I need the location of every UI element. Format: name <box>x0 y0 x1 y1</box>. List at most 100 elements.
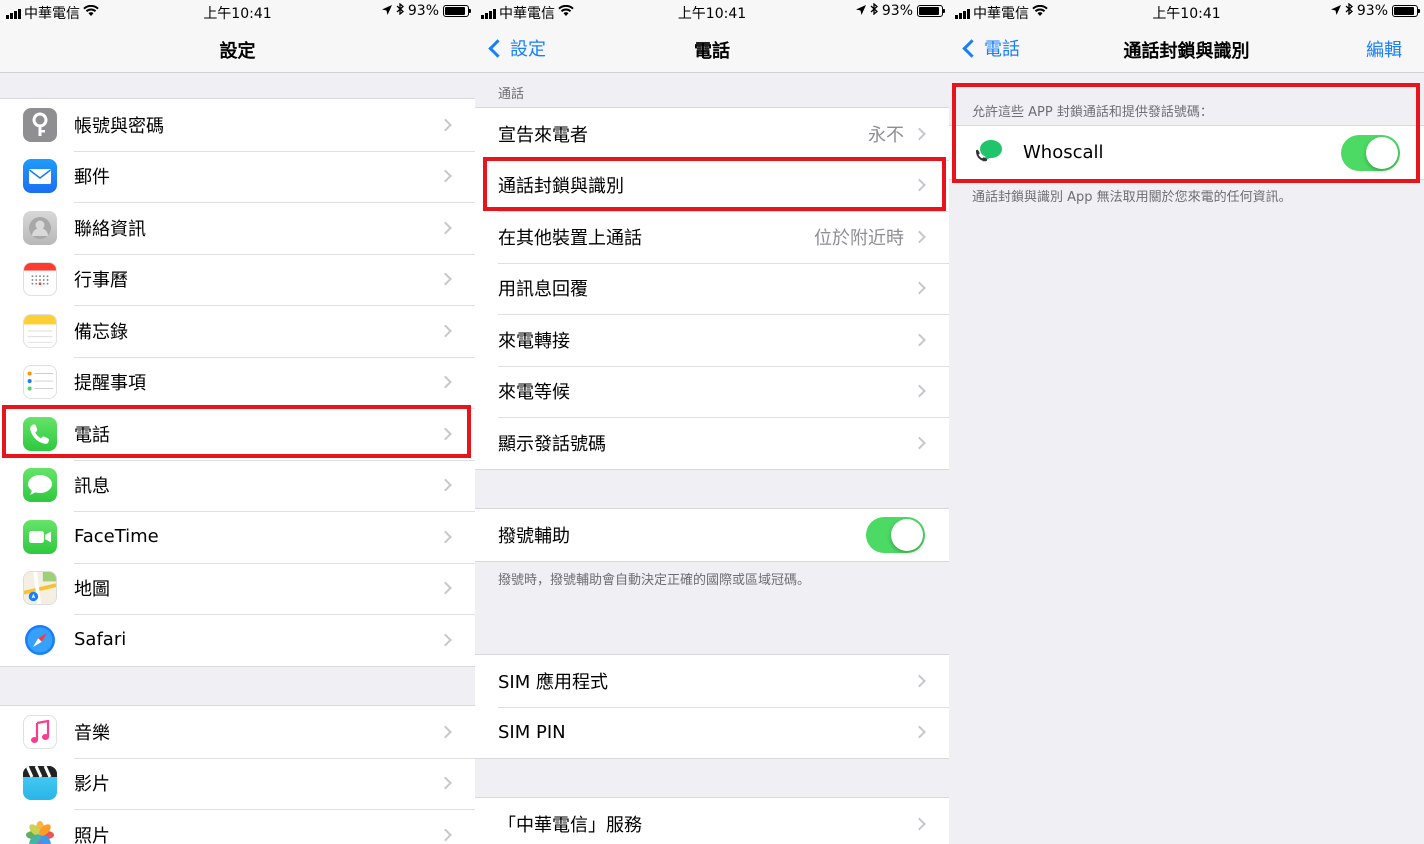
chevron-right-icon <box>439 828 452 842</box>
chevron-right-icon <box>439 530 452 544</box>
chevron-right-icon <box>913 725 926 739</box>
battery-icon <box>443 5 471 17</box>
chevron-right-icon <box>913 127 926 141</box>
settings-item-accounts[interactable]: 帳號與密碼 <box>0 99 475 151</box>
settings-item-label: FaceTime <box>74 526 159 548</box>
bluetooth-icon <box>1345 2 1353 19</box>
settings-panel: 中華電信 上午10:41 93% 設定 帳號與密碼 郵件 聯絡資訊 行事曆 備忘… <box>0 0 475 844</box>
chevron-right-icon <box>913 817 926 831</box>
chevron-right-icon <box>439 272 452 286</box>
sim-settings-list: SIM 應用程式 SIM PIN <box>475 654 949 759</box>
chevron-right-icon <box>439 118 452 132</box>
chevron-right-icon <box>439 725 452 739</box>
settings-item-carrier-services[interactable]: 「中華電信」服務 <box>475 798 949 844</box>
settings-item-call-blocking[interactable]: 通話封鎖與識別 <box>475 159 949 212</box>
phone-settings-panel: 中華電信 上午10:41 93% 設定 電話 通話 宣告來電者 永不 通話封鎖與… <box>475 0 949 844</box>
battery-icon <box>1392 5 1420 17</box>
nav-bar: 設定 電話 <box>475 24 949 73</box>
status-bar: 中華電信 上午10:41 93% <box>475 0 949 24</box>
toggle-knob <box>1366 136 1398 169</box>
settings-item-label: 來電轉接 <box>498 330 570 352</box>
settings-item-messages[interactable]: 訊息 <box>0 459 475 512</box>
settings-item-label: 郵件 <box>74 167 110 189</box>
settings-item-label: SIM 應用程式 <box>498 671 608 693</box>
videos-icon <box>23 766 57 801</box>
settings-item-phone[interactable]: 電話 <box>0 408 475 460</box>
chevron-right-icon <box>913 674 926 688</box>
phone-icon <box>23 416 57 451</box>
nav-bar: 設定 <box>0 24 475 73</box>
settings-item-call-forwarding[interactable]: 來電轉接 <box>475 314 949 366</box>
chevron-right-icon <box>439 427 452 441</box>
settings-item-notes[interactable]: 備忘錄 <box>0 305 475 357</box>
location-icon <box>855 3 866 19</box>
settings-item-label: 聯絡資訊 <box>74 218 146 240</box>
nav-bar: 電話 通話封鎖與識別 編輯 <box>949 24 1424 73</box>
settings-item-label: 來電等候 <box>498 382 570 404</box>
facetime-icon <box>23 519 57 554</box>
settings-item-label: 通話封鎖與識別 <box>498 176 624 198</box>
page-title: 通話封鎖與識別 <box>1123 41 1250 62</box>
settings-item-label: 影片 <box>74 774 110 796</box>
chevron-right-icon <box>913 178 926 192</box>
settings-item-calls-other-devices[interactable]: 在其他裝置上通話 位於附近時 <box>475 211 949 263</box>
battery-percent: 93% <box>1356 3 1388 19</box>
status-bar: 中華電信 上午10:41 93% <box>0 0 475 24</box>
settings-item-reminders[interactable]: 提醒事項 <box>0 356 475 409</box>
settings-item-music[interactable]: 音樂 <box>0 706 475 758</box>
dial-assist-note: 撥號時，撥號輔助會自動決定正確的國際或區域冠碼。 <box>498 573 811 588</box>
chevron-right-icon <box>439 478 452 492</box>
settings-item-sim-pin[interactable]: SIM PIN <box>475 706 949 759</box>
settings-item-label: 宣告來電者 <box>498 124 588 146</box>
settings-item-label: Safari <box>74 629 127 651</box>
page-title: 電話 <box>694 41 730 62</box>
blocking-app-row: Whoscall <box>949 126 1424 179</box>
status-bar: 中華電信 上午10:41 93% <box>949 0 1424 24</box>
contacts-icon <box>23 210 57 245</box>
dial-assist-group: 撥號輔助 <box>475 508 949 562</box>
mail-icon <box>23 159 57 194</box>
chevron-right-icon <box>913 230 926 244</box>
safari-icon <box>23 622 57 657</box>
settings-item-calendar[interactable]: 行事曆 <box>0 253 475 306</box>
settings-item-label: 地圖 <box>74 579 110 601</box>
settings-item-announce-calls[interactable]: 宣告來電者 永不 <box>475 108 949 160</box>
dial-assist-toggle[interactable] <box>866 516 925 553</box>
settings-item-mail[interactable]: 郵件 <box>0 150 475 203</box>
settings-item-label: 備忘錄 <box>74 321 128 343</box>
blocking-apps-list: Whoscall <box>949 125 1424 180</box>
messages-icon <box>23 468 57 503</box>
settings-item-videos[interactable]: 影片 <box>0 757 475 810</box>
settings-item-show-caller-id[interactable]: 顯示發話號碼 <box>475 417 949 469</box>
settings-item-label: 照片 <box>74 825 110 844</box>
settings-item-label: 顯示發話號碼 <box>498 433 606 455</box>
whoscall-icon <box>973 136 1005 169</box>
chevron-right-icon <box>439 375 452 389</box>
chevron-right-icon <box>439 221 452 235</box>
settings-item-label: 用訊息回覆 <box>498 279 588 301</box>
settings-item-call-waiting[interactable]: 來電等候 <box>475 365 949 418</box>
call-blocking-panel: 中華電信 上午10:41 93% 電話 通話封鎖與識別 編輯 允許這些 APP … <box>949 0 1424 844</box>
settings-item-sim-apps[interactable]: SIM 應用程式 <box>475 655 949 707</box>
settings-item-facetime[interactable]: FaceTime <box>0 511 475 563</box>
chevron-right-icon <box>439 633 452 647</box>
settings-item-maps[interactable]: 地圖 <box>0 562 475 615</box>
settings-item-contacts[interactable]: 聯絡資訊 <box>0 202 475 254</box>
settings-item-safari[interactable]: Safari <box>0 614 475 666</box>
settings-item-photos[interactable]: 照片 <box>0 809 475 844</box>
calendar-icon <box>23 262 57 297</box>
chevron-right-icon <box>439 581 452 595</box>
notes-icon <box>23 313 57 348</box>
chevron-right-icon <box>913 333 926 347</box>
toggle-knob <box>891 518 923 551</box>
edit-button[interactable]: 編輯 <box>1366 36 1402 62</box>
settings-item-label: 音樂 <box>74 722 110 744</box>
settings-list: 帳號與密碼 郵件 聯絡資訊 行事曆 備忘錄 提醒事項 電話 訊息 FaceTim… <box>0 98 475 667</box>
whoscall-toggle[interactable] <box>1341 134 1400 171</box>
settings-item-respond-with-text[interactable]: 用訊息回覆 <box>475 262 949 315</box>
call-settings-list: 宣告來電者 永不 通話封鎖與識別 在其他裝置上通話 位於附近時 用訊息回覆 來電… <box>475 107 949 470</box>
bluetooth-icon <box>396 2 404 19</box>
settings-item-value: 永不 <box>868 124 904 146</box>
settings-item-label: SIM PIN <box>498 721 566 743</box>
battery-percent: 93% <box>407 3 439 19</box>
